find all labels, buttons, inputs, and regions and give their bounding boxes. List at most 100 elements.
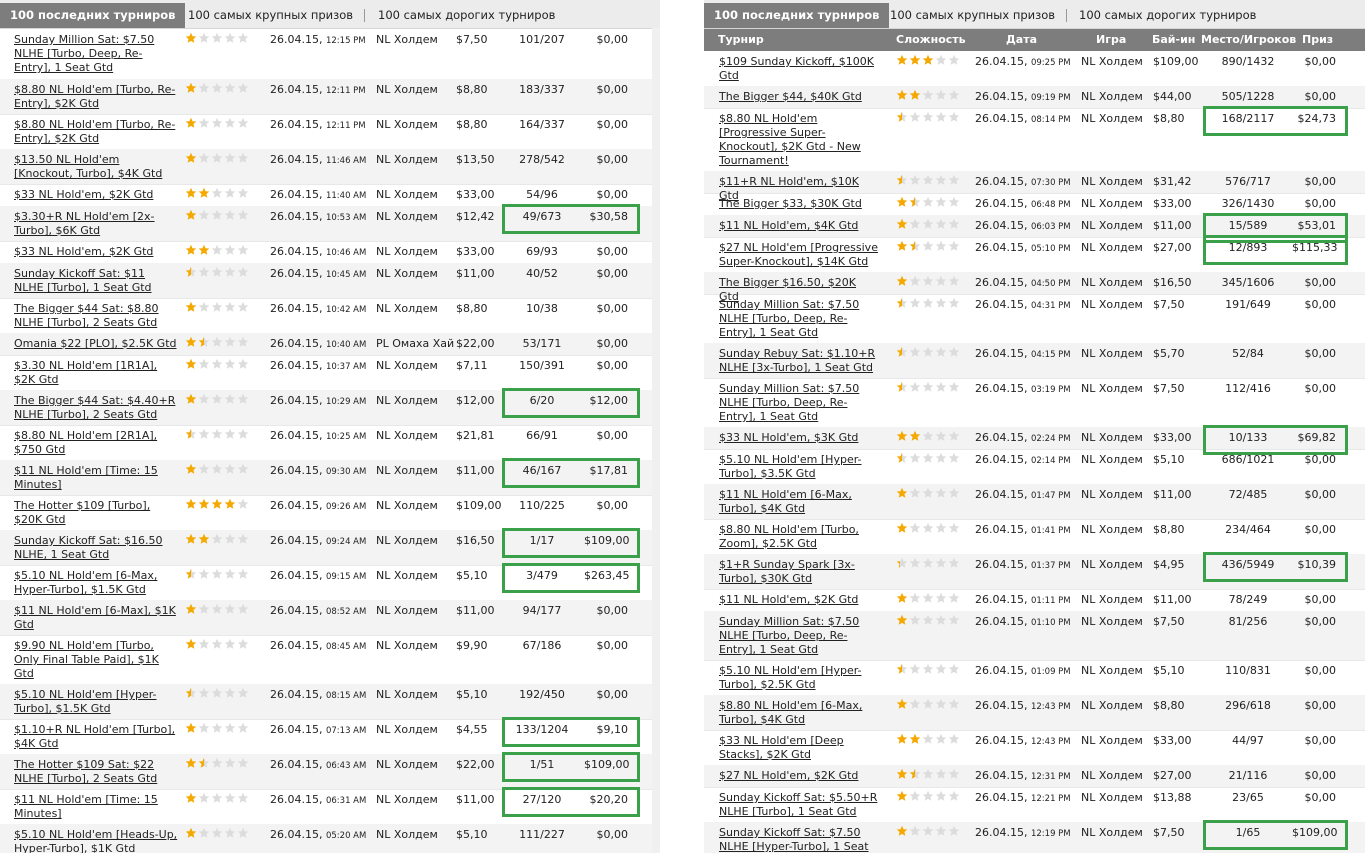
table-row[interactable]: $8.80 NL Hold'em [Progressive Super-Knoc…	[704, 106, 1365, 172]
tournament-link[interactable]: $8.80 NL Hold'em [Progressive Super-Knoc…	[719, 112, 879, 168]
tournament-link[interactable]: Sunday Million Sat: $7.50 NLHE [Turbo, D…	[719, 615, 879, 657]
table-row[interactable]: The Bigger $44 Sat: $4.40+R NLHE [Turbo]…	[0, 388, 660, 426]
tournament-link[interactable]: Sunday Kickoff Sat: $11 NLHE [Turbo], 1 …	[14, 267, 178, 295]
table-row[interactable]: $8.80 NL Hold'em [2R1A], $750 Gtd 26.04.1…	[0, 425, 660, 461]
tournament-link[interactable]: The Hotter $109 Sat: $22 NLHE [Turbo], 2…	[14, 758, 178, 786]
table-row[interactable]: Sunday Rebuy Sat: $1.10+R NLHE [3x-Turbo…	[704, 343, 1365, 379]
tournament-link[interactable]: The Hotter $109 [Turbo], $20K Gtd	[14, 499, 178, 527]
tournament-link[interactable]: Sunday Million Sat: $7.50 NLHE [Turbo, D…	[719, 298, 879, 340]
table-row[interactable]: The Hotter $109 [Turbo], $20K Gtd 26.04.1…	[0, 495, 660, 531]
tournament-link[interactable]: The Bigger $44 Sat: $4.40+R NLHE [Turbo]…	[14, 394, 178, 422]
table-row[interactable]: $5.10 NL Hold'em [6-Max, Hyper-Turbo], $…	[0, 563, 660, 601]
tab-most-expensive[interactable]: 100 самых дорогих турниров	[1079, 3, 1256, 28]
tournament-link[interactable]: Sunday Rebuy Sat: $1.10+R NLHE [3x-Turbo…	[719, 347, 879, 375]
tournament-link[interactable]: $27 NL Hold'em, $2K Gtd	[719, 769, 879, 783]
table-row[interactable]: The Bigger $44 Sat: $8.80 NLHE [Turbo], …	[0, 298, 660, 334]
table-row[interactable]: $109 Sunday Kickoff, $100K Gtd 26.04.15, …	[704, 51, 1365, 87]
table-row[interactable]: Sunday Kickoff Sat: $16.50 NLHE, 1 Seat …	[0, 528, 660, 566]
table-row[interactable]: $9.90 NL Hold'em [Turbo, Only Final Tabl…	[0, 635, 660, 685]
table-row[interactable]: $11 NL Hold'em [Time: 15 Minutes] 26.04.1…	[0, 458, 660, 496]
tournament-link[interactable]: $33 NL Hold'em [Deep Stacks], $2K Gtd	[719, 734, 879, 762]
table-row[interactable]: $11+R NL Hold'em, $10K Gtd 26.04.15, 07:3…	[704, 171, 1365, 202]
table-row[interactable]: $33 NL Hold'em, $3K Gtd 26.04.15, 02:24 P…	[704, 425, 1365, 455]
table-row[interactable]: $11 NL Hold'em [6-Max], $1K Gtd 26.04.15,…	[0, 600, 660, 636]
table-row[interactable]: $11 NL Hold'em [Time: 15 Minutes] 26.04.1…	[0, 787, 660, 825]
table-row[interactable]: The Hotter $109 Sat: $22 NLHE [Turbo], 2…	[0, 752, 660, 790]
header-prize[interactable]: Приз	[1302, 33, 1333, 46]
tournament-link[interactable]: $11 NL Hold'em [Time: 15 Minutes]	[14, 464, 178, 492]
tab-biggest-prizes[interactable]: 100 самых крупных призов	[188, 3, 353, 28]
table-row[interactable]: $3.30 NL Hold'em [1R1A], $2K Gtd 26.04.15…	[0, 355, 660, 391]
header-game[interactable]: Игра	[1096, 33, 1126, 46]
tournament-link[interactable]: $8.80 NL Hold'em [Turbo, Zoom], $2.5K Gt…	[719, 523, 879, 551]
tournament-link[interactable]: $8.80 NL Hold'em [Turbo, Re-Entry], $2K …	[14, 118, 178, 146]
tournament-link[interactable]: The Bigger $44 Sat: $8.80 NLHE [Turbo], …	[14, 302, 178, 330]
tournament-link[interactable]: $11 NL Hold'em, $4K Gtd	[719, 219, 879, 233]
tournament-link[interactable]: $5.10 NL Hold'em [Hyper-Turbo], $1.5K Gt…	[14, 688, 178, 716]
tournament-link[interactable]: $5.10 NL Hold'em [Hyper-Turbo], $3.5K Gt…	[719, 453, 879, 481]
tournament-link[interactable]: Sunday Kickoff Sat: $7.50 NLHE [Hyper-Tu…	[719, 826, 879, 853]
table-row[interactable]: $3.30+R NL Hold'em [2x-Turbo], $6K Gtd 26…	[0, 204, 660, 242]
tournament-link[interactable]: Sunday Million Sat: $7.50 NLHE [Turbo, D…	[719, 382, 879, 424]
table-row[interactable]: $1.10+R NL Hold'em [Turbo], $4K Gtd 26.04…	[0, 717, 660, 755]
tournament-link[interactable]: $109 Sunday Kickoff, $100K Gtd	[719, 55, 879, 83]
tournament-link[interactable]: $33 NL Hold'em, $2K Gtd	[14, 245, 178, 259]
tournament-link[interactable]: $11 NL Hold'em [Time: 15 Minutes]	[14, 793, 178, 821]
table-row[interactable]: Omania $22 [PLO], $2.5K Gtd 26.04.15, 10:…	[0, 333, 660, 356]
tournament-link[interactable]: $13.50 NL Hold'em [Knockout, Turbo], $4K…	[14, 153, 178, 181]
tab-recent-tournaments[interactable]: 100 последних турниров	[704, 3, 890, 28]
tournament-link[interactable]: $9.90 NL Hold'em [Turbo, Only Final Tabl…	[14, 639, 178, 681]
tab-recent-tournaments[interactable]: 100 последних турниров	[0, 3, 186, 28]
tournament-link[interactable]: $11 NL Hold'em [6-Max], $1K Gtd	[14, 604, 178, 632]
tournament-link[interactable]: $11 NL Hold'em, $2K Gtd	[719, 593, 879, 607]
tournament-link[interactable]: $33 NL Hold'em, $2K Gtd	[14, 188, 178, 202]
header-buyin[interactable]: Бай-ин	[1152, 33, 1195, 46]
table-row[interactable]: $8.80 NL Hold'em [Turbo, Re-Entry], $2K …	[0, 114, 660, 150]
tournament-link[interactable]: $3.30 NL Hold'em [1R1A], $2K Gtd	[14, 359, 178, 387]
header-date[interactable]: Дата	[1006, 33, 1037, 46]
tournament-link[interactable]: Sunday Kickoff Sat: $16.50 NLHE, 1 Seat …	[14, 534, 178, 562]
tournament-link[interactable]: $5.10 NL Hold'em [Hyper-Turbo], $2.5K Gt…	[719, 664, 879, 692]
table-row[interactable]: Sunday Million Sat: $7.50 NLHE [Turbo, D…	[704, 378, 1365, 428]
tournament-link[interactable]: $8.80 NL Hold'em [Turbo, Re-Entry], $2K …	[14, 83, 178, 111]
tournament-link[interactable]: Sunday Kickoff Sat: $5.50+R NLHE [Turbo]…	[719, 791, 879, 819]
tournament-link[interactable]: Omania $22 [PLO], $2.5K Gtd	[14, 337, 178, 351]
tournament-link[interactable]: $5.10 NL Hold'em [Heads-Up, Hyper-Turbo]…	[14, 828, 178, 853]
tab-biggest-prizes[interactable]: 100 самых крупных призов	[890, 3, 1055, 28]
tournament-link[interactable]: $5.10 NL Hold'em [6-Max, Hyper-Turbo], $…	[14, 569, 178, 597]
table-row[interactable]: Sunday Million Sat: $7.50 NLHE [Turbo, D…	[0, 29, 660, 80]
table-row[interactable]: $5.10 NL Hold'em [Hyper-Turbo], $2.5K Gt…	[704, 660, 1365, 696]
tournament-link[interactable]: $11 NL Hold'em [6-Max, Turbo], $4K Gtd	[719, 488, 879, 516]
tournament-link[interactable]: $8.80 NL Hold'em [2R1A], $750 Gtd	[14, 429, 178, 457]
table-row[interactable]: Sunday Kickoff Sat: $7.50 NLHE [Hyper-Tu…	[704, 820, 1365, 853]
header-place[interactable]: Место/Игроков	[1201, 33, 1296, 46]
tournament-link[interactable]: $27 NL Hold'em [Progressive Super-Knocko…	[719, 241, 879, 269]
table-row[interactable]: $11 NL Hold'em, $2K Gtd 26.04.15, 01:11 P…	[704, 589, 1365, 612]
tab-most-expensive[interactable]: 100 самых дорогих турниров	[378, 3, 555, 28]
table-row[interactable]: $13.50 NL Hold'em [Knockout, Turbo], $4K…	[0, 149, 660, 185]
tournament-link[interactable]: $1+R Sunday Spark [3x-Turbo], $30K Gtd	[719, 558, 879, 586]
table-row[interactable]: $5.10 NL Hold'em [Heads-Up, Hyper-Turbo]…	[0, 824, 660, 853]
table-row[interactable]: $8.80 NL Hold'em [Turbo, Re-Entry], $2K …	[0, 79, 660, 115]
tournament-link[interactable]: Sunday Million Sat: $7.50 NLHE [Turbo, D…	[14, 33, 178, 75]
tournament-link[interactable]: $3.30+R NL Hold'em [2x-Turbo], $6K Gtd	[14, 210, 178, 238]
tournament-link[interactable]: The Bigger $44, $40K Gtd	[719, 90, 879, 104]
left-scrollbar[interactable]	[652, 28, 660, 853]
table-row[interactable]: $5.10 NL Hold'em [Hyper-Turbo], $3.5K Gt…	[704, 449, 1365, 485]
table-row[interactable]: $5.10 NL Hold'em [Hyper-Turbo], $1.5K Gt…	[0, 684, 660, 720]
table-row[interactable]: $27 NL Hold'em [Progressive Super-Knocko…	[704, 235, 1365, 273]
tournament-link[interactable]: $33 NL Hold'em, $3K Gtd	[719, 431, 879, 445]
tournament-link[interactable]: $8.80 NL Hold'em [6-Max, Turbo], $4K Gtd	[719, 699, 879, 727]
table-row[interactable]: $27 NL Hold'em, $2K Gtd 26.04.15, 12:31 P…	[704, 765, 1365, 788]
table-row[interactable]: Sunday Kickoff Sat: $5.50+R NLHE [Turbo]…	[704, 787, 1365, 823]
table-row[interactable]: $8.80 NL Hold'em [6-Max, Turbo], $4K Gtd…	[704, 695, 1365, 731]
table-row[interactable]: $33 NL Hold'em, $2K Gtd 26.04.15, 10:46 A…	[0, 241, 660, 264]
table-row[interactable]: The Bigger $16.50, $20K Gtd 26.04.15, 04:…	[704, 272, 1365, 303]
table-row[interactable]: $8.80 NL Hold'em [Turbo, Zoom], $2.5K Gt…	[704, 519, 1365, 555]
header-difficulty[interactable]: Сложность	[896, 33, 966, 46]
table-row[interactable]: Sunday Kickoff Sat: $11 NLHE [Turbo], 1 …	[0, 263, 660, 299]
table-row[interactable]: $1+R Sunday Spark [3x-Turbo], $30K Gtd 26…	[704, 552, 1365, 590]
header-tournament[interactable]: Турнир	[718, 33, 764, 46]
table-row[interactable]: $11 NL Hold'em [6-Max, Turbo], $4K Gtd 26…	[704, 484, 1365, 520]
tournament-link[interactable]: $1.10+R NL Hold'em [Turbo], $4K Gtd	[14, 723, 178, 751]
